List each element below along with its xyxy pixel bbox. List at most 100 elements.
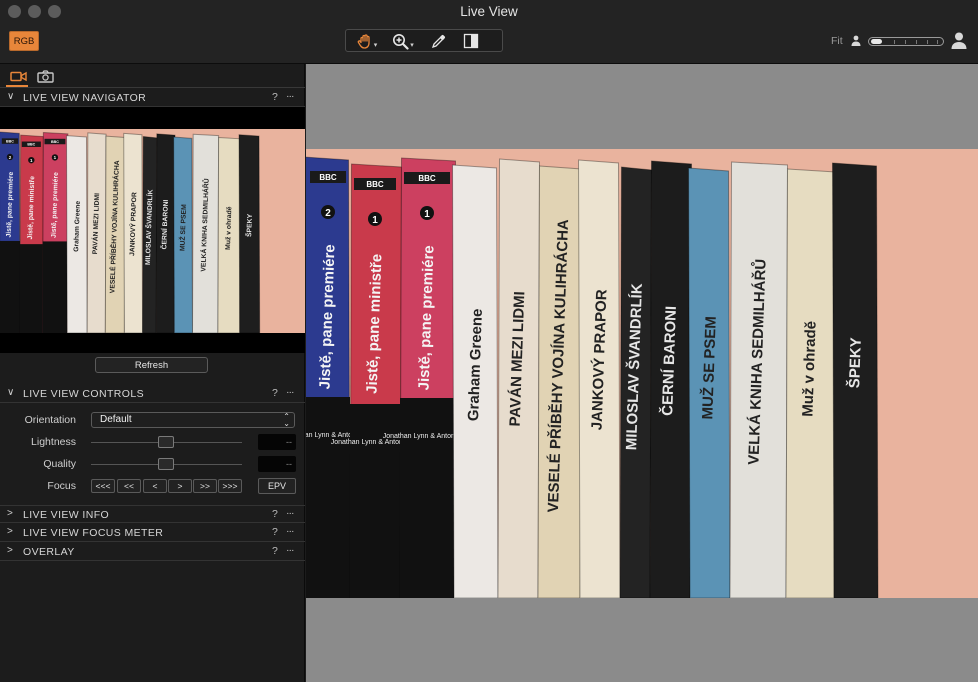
user-small-icon: [851, 35, 861, 46]
user-large-icon: [951, 32, 967, 49]
live-view-viewer[interactable]: BBC2Jistě, pane premiéreJonathan Lynn & …: [306, 64, 978, 682]
focus-far-1-button[interactable]: <: [143, 479, 167, 493]
book-spine: PAVÁN MEZI LIDMI: [497, 158, 541, 598]
controls-more-button[interactable]: ···: [286, 386, 294, 398]
info-section-title: LIVE VIEW INFO: [23, 509, 110, 521]
viewer-zoom-slider[interactable]: [868, 37, 944, 46]
book-spine: JANKOVÝ PRAPOR: [577, 159, 621, 598]
book-volume: 2: [325, 208, 331, 219]
book-spine: VESELÉ PŘÍBĚHY VOJÍNA KULIHRÁCHA: [537, 165, 583, 598]
controls-section-title: LIVE VIEW CONTROLS: [23, 388, 144, 400]
book-spine: MILOSLAV ŠVANDRLÍK: [619, 166, 653, 598]
overlay-section-header[interactable]: > OVERLAY ? ···: [0, 543, 305, 561]
book-spine: BBC2Jistě, pane premiére: [0, 131, 21, 333]
select-arrows-icon: ⌃ ⌄: [283, 412, 290, 428]
focus-far-2-button[interactable]: <<: [117, 479, 141, 493]
chevron-right-icon: >: [7, 545, 13, 556]
book-spine: VELKÁ KNIHA SEDMILHÁŘŮ: [729, 161, 789, 598]
focus-far-3-button[interactable]: <<<: [91, 479, 115, 493]
book-spine: ČERNÍ BARONI: [649, 160, 693, 598]
book-spine: Muž v ohradě: [217, 136, 241, 333]
book-spine: ŠPEKY: [831, 162, 879, 598]
hand-tool-icon: [357, 34, 370, 49]
navigator-help-button[interactable]: ?: [272, 91, 278, 103]
hand-tool-button[interactable]: ▾: [354, 32, 380, 50]
fit-label[interactable]: Fit: [831, 35, 843, 47]
book-spine: VESELÉ PŘÍBĚHY VOJÍNA KULIHRÁCHA: [104, 135, 126, 333]
book-spine: Graham Greene: [451, 164, 499, 598]
book-spine: JANKOVÝ PRAPOR: [123, 132, 144, 333]
controls-help-button[interactable]: ?: [272, 387, 278, 399]
eyedropper-tool-button[interactable]: [428, 32, 450, 50]
epv-button[interactable]: EPV: [258, 478, 296, 494]
refresh-button[interactable]: Refresh: [95, 357, 208, 373]
zoom-tool-menu-caret: ▾: [410, 41, 414, 49]
book-spine: VELKÁ KNIHA SEDMILHÁŘŮ: [191, 133, 220, 333]
info-more-button[interactable]: ···: [286, 507, 294, 519]
overlay-help-button[interactable]: ?: [272, 545, 278, 557]
rgb-button[interactable]: RGB: [9, 31, 39, 51]
eyedropper-icon: [431, 35, 445, 49]
book-title: Muž v ohradě: [799, 321, 819, 417]
overlay-more-button[interactable]: ···: [286, 544, 294, 556]
tab-still-capture[interactable]: [35, 68, 55, 84]
zoom-tool-button[interactable]: ▾: [390, 32, 416, 50]
book-spine: ČERNÍ BARONI: [155, 133, 176, 333]
book-spine: BBC1Jistě, pane premiére: [42, 131, 69, 333]
compare-split-icon: [463, 33, 479, 49]
focus-meter-section-title: LIVE VIEW FOCUS METER: [23, 527, 164, 539]
focus-near-3-button[interactable]: >>>: [218, 479, 242, 493]
book-spine: ŠPEKY: [238, 134, 261, 333]
chevron-right-icon: >: [7, 526, 13, 537]
lightness-slider[interactable]: [91, 436, 242, 448]
navigator-more-button[interactable]: ···: [286, 90, 294, 102]
lightness-value-field[interactable]: --: [258, 434, 296, 450]
book-spine: BBC1Jistě, pane ministře: [19, 134, 44, 333]
book-spine: MUŽ SE PSEM: [687, 167, 731, 598]
focus-near-1-button[interactable]: >: [168, 479, 192, 493]
focus-meter-more-button[interactable]: ···: [286, 525, 294, 537]
chevron-down-icon: ∨: [7, 387, 15, 398]
focus-meter-help-button[interactable]: ?: [272, 526, 278, 538]
book-volume: 1: [424, 209, 430, 220]
zoom-tool-icon: [393, 33, 409, 50]
quality-slider[interactable]: [91, 458, 242, 470]
chevron-right-icon: >: [7, 508, 13, 519]
book-publisher: BBC: [27, 143, 35, 147]
hand-tool-menu-caret: ▾: [373, 41, 378, 49]
panel-tabs: [0, 64, 305, 88]
compare-split-button[interactable]: [460, 32, 482, 50]
lightness-label: Lightness: [31, 436, 76, 448]
title-toolbar: Live View RGB ▾ ▾ Fit: [0, 0, 978, 64]
lightness-slider-knob[interactable]: [158, 436, 174, 448]
orientation-select[interactable]: Default ⌃ ⌄: [91, 412, 295, 428]
quality-slider-knob[interactable]: [158, 458, 174, 470]
viewer-zoom-knob[interactable]: [871, 39, 882, 44]
focus-near-2-button[interactable]: >>: [193, 479, 217, 493]
overlay-section-title: OVERLAY: [23, 546, 75, 558]
chevron-down-icon: ∨: [7, 91, 15, 102]
tool-panel: ∨ LIVE VIEW NAVIGATOR ? ··· BBC 2 Jistě, p…: [0, 64, 305, 682]
still-camera-icon: [36, 69, 54, 83]
navigator-preview[interactable]: BBC 2 Jistě, pane premiére BBC 1 Jistě, pane …: [0, 107, 305, 353]
navigator-section-header[interactable]: ∨ LIVE VIEW NAVIGATOR ? ···: [0, 89, 305, 107]
book-spine: Muž v ohradě: [785, 168, 837, 598]
focus-meter-section-header[interactable]: > LIVE VIEW FOCUS METER ? ···: [0, 524, 305, 542]
book-publisher: BBC: [6, 139, 14, 143]
orientation-value: Default: [100, 414, 132, 425]
orientation-label: Orientation: [24, 414, 76, 426]
book-spine: PAVÁN MEZI LIDMI: [86, 132, 107, 333]
info-section-header[interactable]: > LIVE VIEW INFO ? ···: [0, 505, 305, 523]
bookshelf-photo: BBC2Jistě, pane premiéreJonathan Lynn & …: [306, 149, 978, 598]
book-spine: MUŽ SE PSEM: [173, 136, 193, 333]
live-view-image[interactable]: BBC2Jistě, pane premiéreJonathan Lynn & …: [306, 149, 978, 598]
controls-section-header[interactable]: ∨ LIVE VIEW CONTROLS ? ···: [0, 385, 305, 403]
quality-value-field[interactable]: --: [258, 456, 296, 472]
book-publisher: BBC: [418, 174, 436, 183]
cursor-tools-group: ▾ ▾: [345, 29, 503, 52]
book-spine: Graham Greene: [66, 135, 88, 333]
active-tab-indicator: [6, 85, 28, 87]
info-help-button[interactable]: ?: [272, 508, 278, 520]
tab-live-video[interactable]: [8, 68, 28, 84]
focus-label: Focus: [47, 480, 76, 492]
